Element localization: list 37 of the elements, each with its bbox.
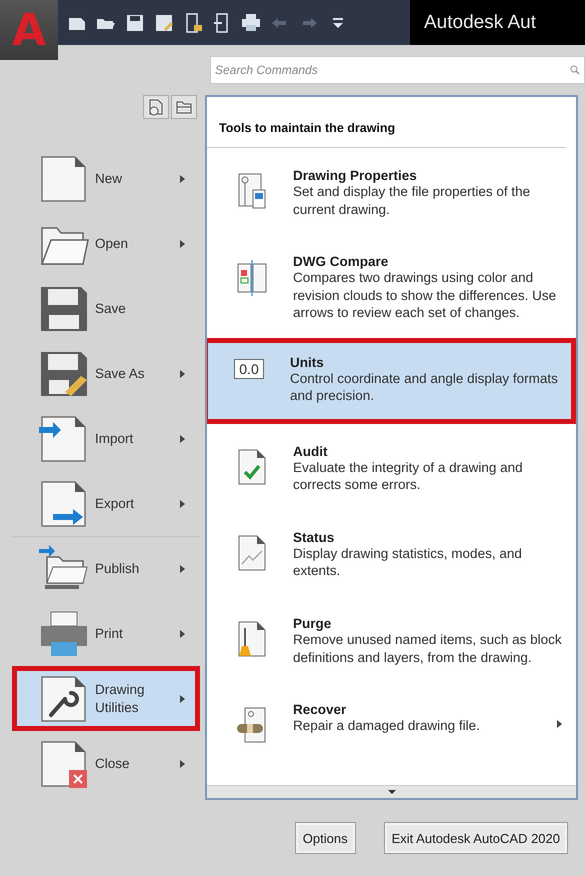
footer-button[interactable]: Options — [294, 822, 356, 854]
check-document-icon — [237, 448, 267, 486]
tool-item[interactable]: Purge Remove unused named items, such as block definitions and layers, from the drawing. — [207, 596, 576, 682]
tool-item[interactable]: Status Display drawing statistics, modes, and extents. — [207, 510, 576, 596]
search-icon — [570, 65, 580, 75]
printer-icon[interactable] — [241, 12, 261, 32]
menu-item[interactable]: Drawing Utilities — [12, 666, 200, 731]
menu-item[interactable]: Save — [12, 276, 200, 341]
chart-document-icon — [237, 534, 267, 572]
window-title: Autodesk Aut — [424, 12, 536, 34]
tool-item[interactable]: DWG Compare Compares two drawings using color and revision clouds to show the differences. Use arrows to review each set of changes. — [207, 234, 576, 338]
panel-heading: Tools to maintain the drawing — [207, 97, 566, 148]
compare-icon — [237, 258, 267, 296]
menu-item[interactable]: Import — [12, 406, 200, 471]
units-icon: 0.0 — [234, 358, 264, 379]
properties-icon — [237, 172, 267, 210]
open-documents-button[interactable] — [171, 95, 197, 119]
tool-item[interactable]: Recover Repair a damaged drawing file. — [207, 682, 576, 760]
recent-documents-button[interactable] — [143, 95, 169, 119]
menu-item[interactable]: Close — [12, 731, 200, 796]
menu-item[interactable]: Print — [12, 601, 200, 666]
menu-item[interactable]: New — [12, 146, 200, 211]
footer-button[interactable]: Exit Autodesk AutoCAD 2020 — [384, 822, 568, 854]
bandage-document-icon — [237, 706, 267, 744]
search-field[interactable]: Search Commands — [210, 56, 585, 84]
broom-document-icon — [237, 620, 267, 658]
tool-item[interactable]: Drawing Properties Set and display the file properties of the current drawing. — [207, 148, 576, 234]
menu-item[interactable]: Open — [12, 211, 200, 276]
menu-item[interactable]: Publish — [12, 536, 200, 601]
tool-item[interactable]: 0.0 Units Control coordinate and angle display formats and precision. — [207, 338, 576, 424]
save-icon[interactable] — [125, 12, 145, 32]
menu-item[interactable]: Save As — [12, 341, 200, 406]
scroll-down-icon[interactable] — [388, 790, 396, 794]
menu-item[interactable]: Export — [12, 471, 200, 536]
document-clock-icon — [147, 98, 165, 116]
save-as-icon[interactable] — [154, 12, 174, 32]
tool-item[interactable]: Audit Evaluate the integrity of a drawing and corrects some errors. — [207, 424, 576, 510]
